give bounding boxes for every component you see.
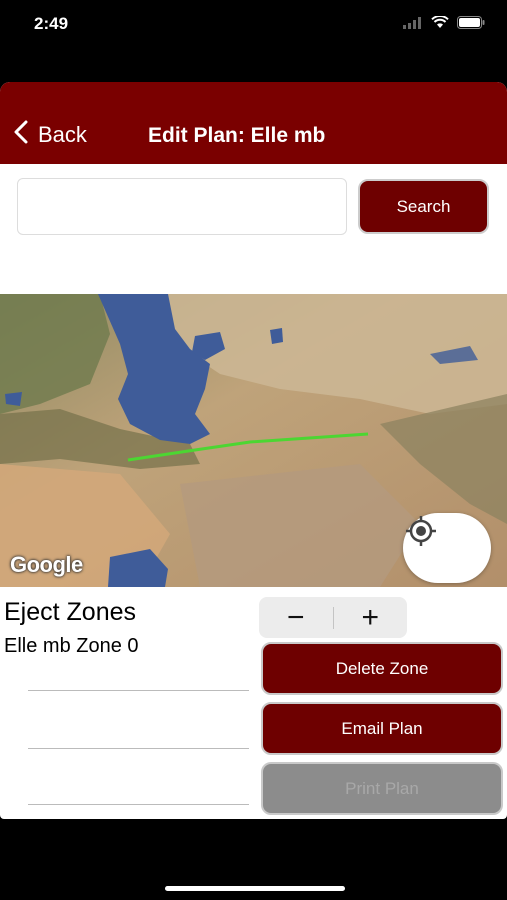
delete-zone-button[interactable]: Delete Zone <box>261 642 503 695</box>
search-input[interactable] <box>17 178 347 235</box>
map-view[interactable]: Google <box>0 294 507 587</box>
cellular-signal-icon <box>403 16 423 34</box>
navigation-bar: Back Edit Plan: Elle mb <box>0 82 507 164</box>
decrement-button[interactable]: − <box>259 597 333 638</box>
locate-me-button[interactable] <box>403 513 491 583</box>
zone-stepper: − + <box>259 597 407 638</box>
email-plan-button[interactable]: Email Plan <box>261 702 503 755</box>
status-icons <box>403 15 485 34</box>
status-time: 2:49 <box>34 14 69 33</box>
home-indicator[interactable] <box>165 886 345 891</box>
status-bar: 2:49 <box>0 0 507 52</box>
list-divider <box>28 690 249 691</box>
chevron-left-icon <box>14 120 28 150</box>
zone-list-item[interactable]: Elle mb Zone 0 <box>4 635 139 658</box>
google-attribution: Google <box>10 552 83 577</box>
wifi-icon <box>431 15 449 34</box>
increment-button[interactable]: + <box>334 597 408 638</box>
list-divider <box>28 804 249 805</box>
search-button[interactable]: Search <box>358 179 489 234</box>
page-title: Edit Plan: Elle mb <box>148 124 326 147</box>
battery-icon <box>457 16 485 34</box>
print-plan-button[interactable]: Print Plan <box>261 762 503 815</box>
back-button[interactable]: Back <box>14 120 87 150</box>
list-divider <box>28 748 249 749</box>
app-screen: Back Edit Plan: Elle mb Search Google Ej… <box>0 82 507 819</box>
back-label: Back <box>38 122 87 147</box>
eject-zones-title: Eject Zones <box>4 598 137 626</box>
